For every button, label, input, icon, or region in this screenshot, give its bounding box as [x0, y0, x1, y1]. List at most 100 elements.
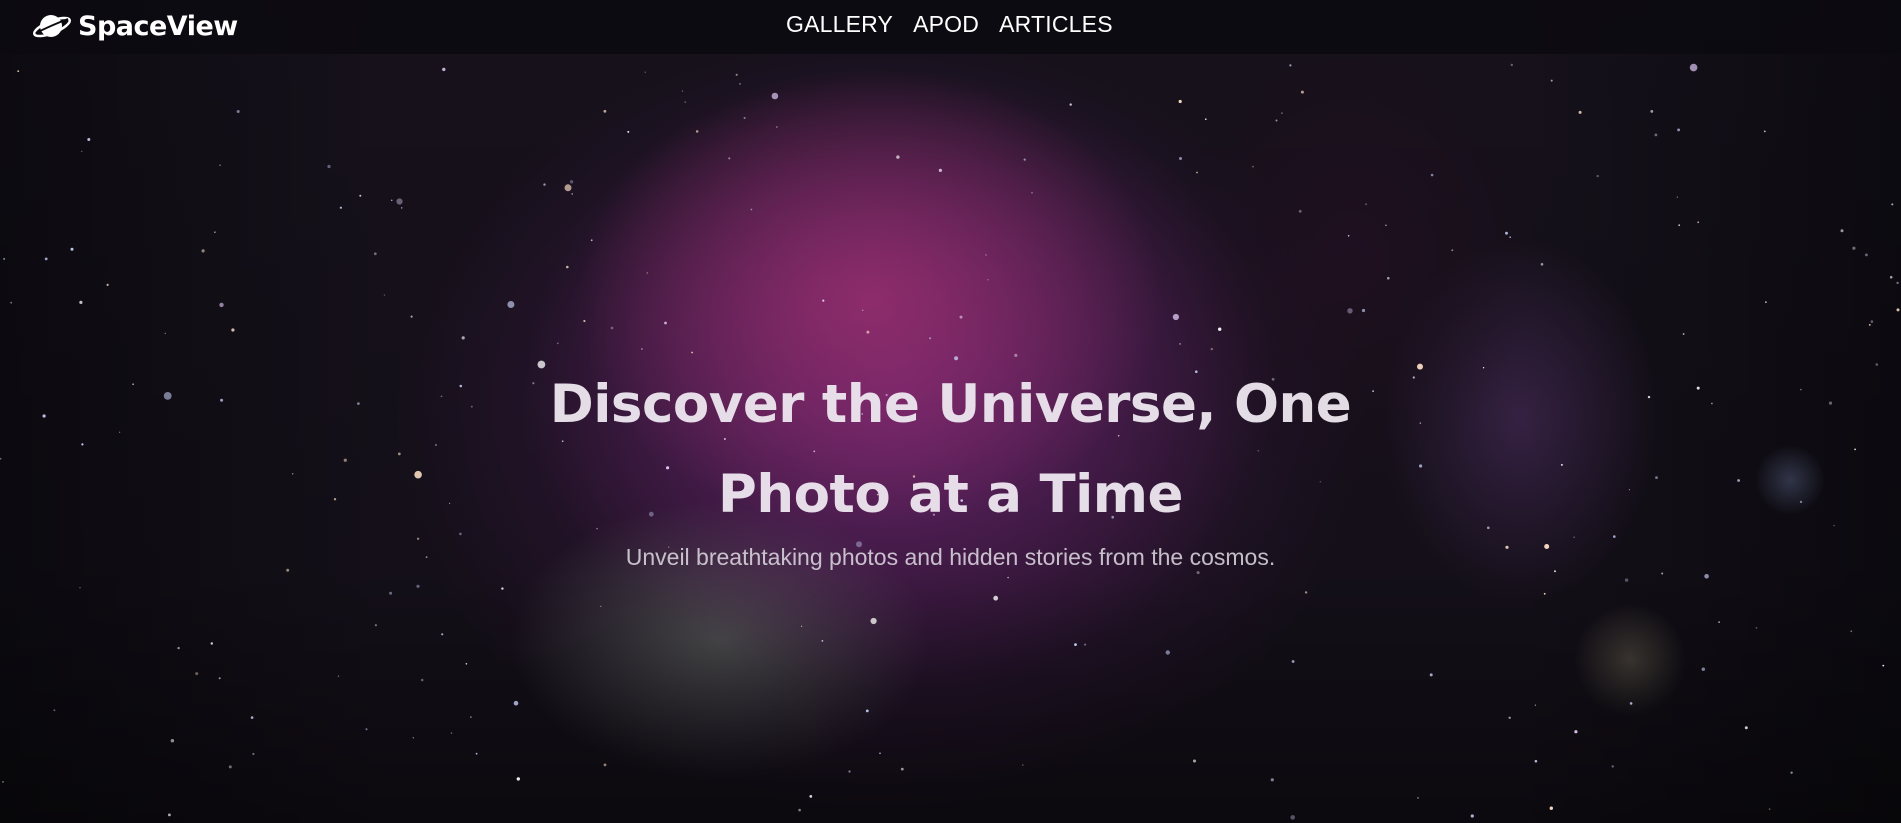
star — [1540, 263, 1544, 266]
star — [373, 252, 377, 256]
star — [771, 92, 779, 100]
star — [728, 157, 731, 160]
star — [959, 315, 963, 319]
star — [461, 336, 465, 340]
star — [993, 595, 999, 601]
star — [416, 584, 420, 588]
main-nav: GALLERY APOD ARTICLES — [786, 0, 1113, 48]
star — [470, 716, 472, 718]
star — [1178, 99, 1182, 104]
star — [1252, 165, 1254, 168]
star — [1430, 173, 1434, 177]
star — [1852, 246, 1856, 250]
star — [743, 117, 746, 119]
star — [1718, 621, 1720, 623]
star — [571, 193, 573, 195]
star — [1023, 158, 1026, 161]
star — [1069, 103, 1072, 106]
planet-icon — [30, 7, 74, 45]
logo-link[interactable]: SpaceView — [30, 7, 238, 45]
star — [644, 71, 646, 73]
star — [664, 321, 667, 325]
star — [1505, 231, 1508, 235]
star — [566, 265, 569, 269]
star — [1179, 343, 1181, 345]
star — [1574, 730, 1578, 734]
star — [250, 716, 254, 719]
star — [501, 587, 504, 590]
star — [776, 126, 778, 128]
star — [1290, 815, 1295, 820]
star — [396, 198, 403, 205]
star — [1755, 627, 1758, 629]
star — [1429, 673, 1433, 677]
star — [390, 199, 393, 202]
star — [1300, 90, 1304, 94]
nav-apod-link[interactable]: APOD — [913, 11, 979, 38]
star — [1470, 814, 1474, 818]
star — [327, 164, 331, 169]
star — [106, 283, 109, 286]
star — [1763, 130, 1766, 133]
star — [681, 90, 684, 92]
star — [442, 67, 446, 72]
star — [1365, 203, 1367, 206]
star — [1896, 281, 1899, 285]
star — [1701, 667, 1706, 671]
star — [1534, 759, 1538, 763]
star — [1596, 174, 1599, 178]
star — [684, 101, 687, 103]
hero-content: Discover the Universe, One Photo at a Ti… — [0, 360, 1901, 571]
star — [809, 795, 813, 798]
star — [1172, 313, 1179, 321]
star — [603, 763, 607, 767]
star — [1661, 572, 1664, 575]
star — [383, 294, 386, 296]
star — [866, 330, 870, 334]
star — [1840, 229, 1844, 233]
star — [44, 257, 48, 261]
star — [410, 315, 413, 318]
star — [610, 326, 614, 330]
star — [1611, 765, 1614, 768]
star — [985, 254, 987, 256]
star — [53, 709, 56, 712]
star — [646, 272, 649, 274]
star — [339, 206, 342, 209]
star — [1704, 574, 1709, 579]
star — [389, 591, 393, 595]
star — [195, 672, 199, 676]
star — [507, 301, 515, 308]
nav-gallery-link[interactable]: GALLERY — [786, 11, 893, 38]
star — [168, 813, 171, 817]
star — [1550, 79, 1553, 82]
star — [1361, 308, 1366, 313]
star — [1629, 702, 1633, 705]
star — [1014, 353, 1018, 357]
star — [1509, 236, 1511, 238]
star — [1790, 771, 1793, 774]
star — [79, 300, 83, 304]
star — [691, 351, 693, 354]
star — [750, 208, 753, 211]
star — [870, 617, 877, 625]
star — [513, 700, 519, 706]
star — [3, 258, 5, 260]
star — [1451, 249, 1454, 252]
star — [1865, 253, 1868, 257]
star — [987, 279, 989, 281]
star — [1891, 203, 1894, 206]
star — [231, 328, 235, 332]
star — [374, 624, 377, 627]
star — [219, 302, 224, 308]
star — [1417, 796, 1419, 799]
star — [401, 207, 403, 209]
star — [228, 765, 232, 769]
star — [1677, 128, 1680, 132]
star — [1896, 308, 1900, 312]
star — [938, 168, 943, 172]
nav-articles-link[interactable]: ARTICLES — [999, 11, 1113, 38]
star — [735, 73, 738, 76]
star — [1510, 63, 1514, 67]
star — [87, 138, 91, 141]
